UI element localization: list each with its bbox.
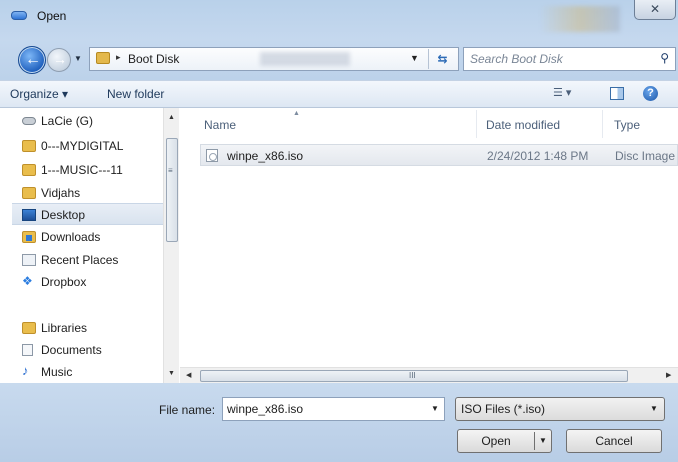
sidebar-item-label: Vidjahs [41, 186, 81, 200]
column-header-name[interactable]: Name [180, 108, 466, 140]
music-icon: ♪ [22, 363, 29, 378]
file-name-dropdown-icon[interactable]: ▼ [431, 404, 439, 413]
file-name-input[interactable] [227, 401, 423, 417]
command-bar: Organize ▾ New folder ☰ ▾ ? [0, 80, 678, 108]
cancel-button[interactable]: Cancel [566, 429, 662, 453]
sidebar-item-label: Recent Places [41, 253, 119, 267]
recent-places-icon [22, 254, 36, 266]
sidebar-item-label: 0---MYDIGITAL [41, 139, 124, 153]
file-list: ▲ Name Date modified Type winpe_x86.iso … [180, 108, 678, 368]
file-name: winpe_x86.iso [227, 149, 304, 163]
scroll-right-icon[interactable]: ▶ [666, 371, 671, 379]
breadcrumb-boot-disk[interactable]: Boot Disk [128, 52, 179, 66]
sidebar-item-music[interactable]: ♪ Music [12, 361, 177, 383]
folder-icon [22, 187, 36, 199]
breadcrumb-separator-icon[interactable]: ▸ [116, 52, 121, 63]
sidebar-item-label: Music [41, 365, 73, 379]
sidebar-item-label: 1---MUSIC---11 [41, 163, 123, 177]
file-name-label: File name: [159, 403, 216, 417]
refresh-button[interactable]: ⇆ [428, 49, 456, 69]
open-options-dropdown-icon[interactable]: ▼ [538, 436, 548, 446]
sidebar-item-mydigital[interactable]: 0---MYDIGITAL [12, 135, 177, 157]
folder-icon [22, 164, 36, 176]
column-header-type[interactable]: Type [604, 108, 678, 140]
address-dropdown-icon[interactable]: ▼ [410, 53, 419, 63]
sidebar-item-label: Documents [41, 343, 102, 357]
search-placeholder[interactable]: Search Boot Disk [470, 52, 563, 66]
organize-menu[interactable]: Organize ▾ [10, 87, 68, 101]
sidebar-item-label: Desktop [41, 208, 86, 222]
sidebar-item-dropbox[interactable]: ❖ Dropbox [12, 271, 177, 293]
scroll-grip-icon: III [409, 371, 416, 380]
sidebar-item-documents[interactable]: Documents [12, 339, 177, 361]
open-button-label: Open [481, 434, 511, 448]
sidebar-item-label: LaCie (G) [41, 114, 94, 128]
sidebar-item-label: Dropbox [41, 275, 87, 289]
window-icon [11, 11, 27, 20]
file-list-horizontal-scrollbar[interactable]: ◀ III ▶ [180, 367, 678, 383]
title-bar: Open ✕ [0, 0, 678, 34]
folder-icon [96, 52, 110, 64]
address-blur [260, 52, 350, 66]
split-divider [534, 432, 535, 450]
back-button[interactable]: ← [18, 46, 46, 74]
disc-image-icon [206, 149, 218, 162]
recent-locations-dropdown[interactable]: ▼ [74, 54, 86, 66]
open-button[interactable]: Open ▼ [457, 429, 552, 453]
sidebar-item-downloads[interactable]: Downloads [12, 226, 177, 248]
open-dialog: Open ✕ ← → ▼ ▸ Boot Disk ▼ ⇆ Search Boot… [0, 0, 678, 462]
dialog-footer: File name: ▼ ISO Files (*.iso) ▼ Open ▼ … [0, 383, 678, 462]
column-divider[interactable] [602, 110, 603, 138]
sidebar-item-label: Downloads [41, 230, 101, 244]
sidebar-item-label: Libraries [41, 321, 88, 335]
file-type-dropdown-icon[interactable]: ▼ [650, 404, 658, 413]
sidebar-item-desktop[interactable]: Desktop [12, 203, 177, 225]
forward-arrow-icon: → [53, 51, 67, 67]
sidebar-item-recent-places[interactable]: Recent Places [12, 249, 177, 271]
content-area: LaCie (G) 0---MYDIGITAL 1---MUSIC---11 V… [0, 108, 678, 383]
file-type-value: ISO Files (*.iso) [461, 402, 546, 416]
folder-icon [22, 140, 36, 152]
new-folder-button[interactable]: New folder [107, 87, 164, 101]
preview-pane-icon[interactable] [610, 87, 624, 100]
navigation-row: ← → ▼ ▸ Boot Disk ▼ ⇆ Search Boot Disk ⚲ [0, 40, 678, 78]
address-bar[interactable]: ▸ Boot Disk ▼ ⇆ [89, 47, 459, 71]
close-button[interactable]: ✕ [634, 0, 676, 20]
downloads-icon [22, 231, 36, 243]
scroll-left-icon[interactable]: ◀ [186, 371, 191, 379]
navigation-pane: LaCie (G) 0---MYDIGITAL 1---MUSIC---11 V… [12, 108, 177, 383]
forward-button[interactable]: → [47, 48, 71, 72]
scroll-thumb[interactable] [166, 138, 178, 242]
sidebar-item-music-folder[interactable]: 1---MUSIC---11 [12, 159, 177, 181]
documents-icon [22, 344, 33, 356]
help-icon[interactable]: ? [643, 86, 658, 101]
file-type: Disc Image [615, 149, 676, 163]
sidebar-item-vidjahs[interactable]: Vidjahs [12, 182, 177, 204]
scroll-down-icon[interactable]: ▼ [168, 370, 175, 377]
window-title: Open [37, 9, 67, 23]
search-icon[interactable]: ⚲ [660, 51, 669, 65]
sidebar-item-libraries[interactable]: Libraries [12, 317, 177, 339]
scroll-grip-icon: ≡ [168, 166, 173, 175]
scroll-up-icon[interactable]: ▲ [168, 114, 175, 121]
file-row-winpe[interactable]: winpe_x86.iso 2/24/2012 1:48 PM Disc Ima… [200, 144, 678, 166]
search-box[interactable]: Search Boot Disk ⚲ [463, 47, 676, 71]
navigation-scrollbar[interactable]: ▲ ≡ ▼ [163, 108, 179, 383]
column-header-date-modified[interactable]: Date modified [478, 108, 602, 140]
file-type-select[interactable]: ISO Files (*.iso) ▼ [455, 397, 665, 421]
back-arrow-icon: ← [25, 51, 41, 68]
change-view-icon[interactable]: ☰ ▾ [553, 86, 571, 99]
sidebar-item-lacie[interactable]: LaCie (G) [12, 110, 177, 132]
libraries-icon [22, 322, 36, 334]
column-divider[interactable] [476, 110, 477, 138]
drive-icon [22, 117, 36, 125]
desktop-icon [22, 209, 36, 221]
file-name-combobox[interactable]: ▼ [222, 397, 445, 421]
dropbox-icon: ❖ [22, 274, 33, 288]
horizontal-scroll-thumb[interactable]: III [200, 370, 628, 382]
file-date-modified: 2/24/2012 1:48 PM [487, 149, 589, 163]
